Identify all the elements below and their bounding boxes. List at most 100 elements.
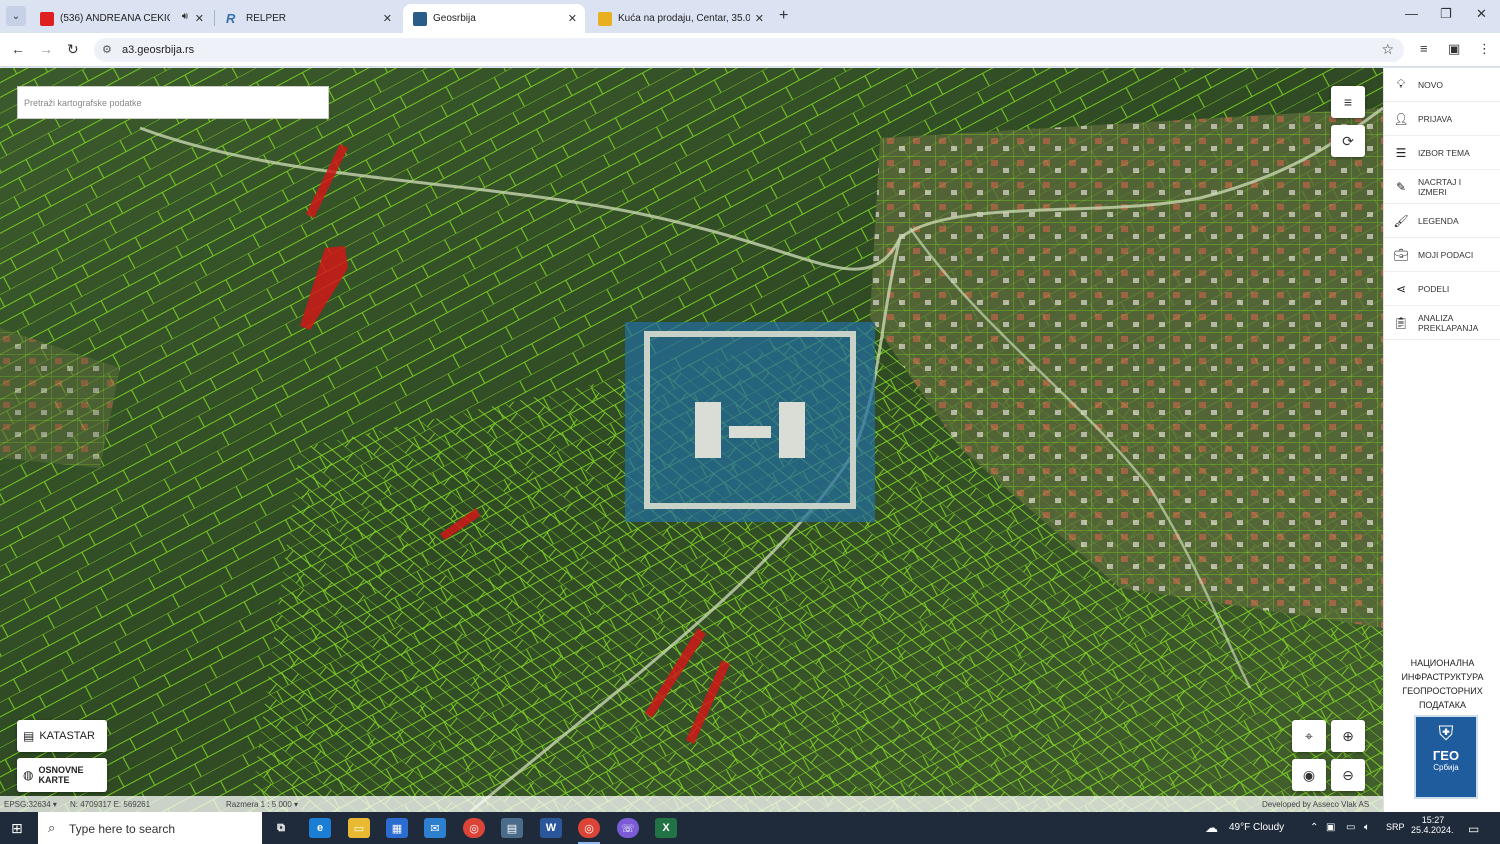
menu-item-podeli[interactable]: ⋖ PODELI	[1384, 272, 1500, 306]
language-indicator[interactable]: SRP	[1386, 822, 1405, 832]
scale-selector[interactable]: Razmera 1 : 5 000 ▾	[226, 800, 298, 809]
close-tab-icon[interactable]: ✕	[195, 12, 204, 25]
minus-circle-icon: ⊖	[1342, 766, 1354, 783]
menu-item-label: NOVO	[1418, 79, 1444, 90]
menu-toggle-button[interactable]: ≡	[1331, 86, 1365, 118]
volume-icon[interactable]: 🔈︎	[1364, 822, 1370, 833]
store-icon[interactable]: ▦	[386, 818, 408, 838]
browser-tab-geosrbija[interactable]: Geosrbija ✕	[403, 4, 585, 33]
katastar-button[interactable]: ▤ KATASTAR	[17, 720, 107, 752]
clock-date: 25.4.2024.	[1411, 825, 1454, 835]
minimize-icon[interactable]: —	[1405, 6, 1418, 21]
menu-item-label: MOJI PODACI	[1418, 249, 1474, 260]
browser-tab-kuca[interactable]: Kuća na prodaju, Centar, 35.00 ✕	[588, 4, 772, 33]
menu-item-moji-podaci[interactable]: 💼︎ MOJI PODACI	[1384, 238, 1500, 272]
taskbar-search[interactable]: ⌕ Type here to search	[38, 812, 262, 844]
map-search-input[interactable]: Pretraži kartografske podatke	[17, 86, 329, 119]
browser-menu-icon[interactable]: ⋮	[1478, 41, 1491, 57]
osnovne-label: OSNOVNE KARTE	[38, 765, 84, 785]
maximize-icon[interactable]: ❐	[1440, 6, 1452, 22]
url-field[interactable]: ⚙ a3.geosrbija.rs ☆	[94, 38, 1404, 62]
mail-icon[interactable]: ✉	[424, 818, 446, 838]
menu-item-label: ANALIZA PREKLAPANJA	[1418, 312, 1479, 333]
menu-item-prijava[interactable]: 👤︎ PRIJAVA	[1384, 102, 1500, 136]
search-icon: ⌕	[48, 820, 56, 835]
tab-title: Kuća na prodaju, Centar, 35.00	[618, 13, 750, 24]
weather-text[interactable]: 49°F Cloudy	[1229, 822, 1284, 833]
serbia-emblem-icon: ⛨	[1438, 723, 1454, 745]
site-info-icon[interactable]: ⚙	[102, 43, 112, 56]
osnovne-karte-button[interactable]: ◍ OSNOVNE KARTE	[17, 758, 107, 792]
youtube-icon	[40, 11, 54, 26]
browser-tab-youtube[interactable]: (536) ANDREANA CEKIC - 🔊︎ ✕	[30, 4, 212, 33]
notifications-icon[interactable]: ▭	[1468, 822, 1479, 836]
menu-item-izbor-tema[interactable]: ☰ IZBOR TEMA	[1384, 136, 1500, 170]
refresh-map-button[interactable]: ⟳	[1331, 125, 1365, 157]
coordinates-readout: N: 4709317 E: 569261	[70, 800, 151, 809]
windows-start-icon[interactable]: ⊞	[11, 820, 23, 837]
loading-overlay	[625, 322, 875, 522]
katastar-label: KATASTAR	[39, 730, 95, 742]
browser-tab-relper[interactable]: R RELPER ✕	[216, 4, 400, 33]
epsg-selector[interactable]: EPSG:32634 ▾	[4, 800, 57, 809]
speaker-icon[interactable]: 🔊︎	[182, 11, 188, 22]
forward-icon[interactable]: →	[39, 41, 53, 57]
close-tab-icon[interactable]: ✕	[568, 12, 577, 25]
clock[interactable]: 15:27 25.4.2024.	[1411, 815, 1454, 835]
tab-title: (536) ANDREANA CEKIC -	[60, 13, 170, 24]
brush-icon: 🖌︎	[1393, 213, 1409, 228]
hamburger-icon: ≡	[1343, 94, 1353, 110]
word-icon[interactable]: W	[540, 818, 562, 838]
task-view-icon[interactable]: ⧉	[270, 818, 292, 838]
extension-icon[interactable]: ≡	[1420, 41, 1428, 56]
new-tab-button[interactable]: +	[779, 7, 788, 25]
back-icon[interactable]: ←	[11, 41, 25, 57]
viber-icon[interactable]: ☏	[617, 818, 639, 838]
zoom-out-button[interactable]: ⊖	[1331, 759, 1365, 791]
map-status-line: EPSG:32634 ▾ N: 4709317 E: 569261 Razmer…	[0, 796, 1383, 812]
nigp-line: ГЕОПРОСТОРНИХ	[1402, 686, 1483, 696]
map-icon: ▤	[23, 729, 35, 743]
logo-title: ГЕО	[1432, 748, 1460, 763]
menu-item-nacrtaj[interactable]: ✎ NACRTAJ I IZMERI	[1384, 170, 1500, 204]
geo-srbija-logo[interactable]: ⛨ ГЕО Србија	[1414, 715, 1478, 799]
clipboard-icon: 📋︎	[1393, 315, 1409, 330]
chrome-icon[interactable]: ◎	[463, 818, 485, 838]
calculator-icon[interactable]: ▤	[501, 818, 523, 838]
locate-button[interactable]: ⌖	[1292, 720, 1326, 752]
edge-icon[interactable]: e	[309, 818, 331, 838]
developer-credit[interactable]: Developed by Asseco Vlak AS	[1262, 800, 1369, 809]
refresh-icon: ⟳	[1342, 132, 1354, 149]
zoom-in-button[interactable]: ⊕	[1331, 720, 1365, 752]
globe-icon: ◍	[23, 768, 34, 782]
map-canvas[interactable]: Pretraži kartografske podatke ≡ ⟳ ⌖ ⊕ ◉ …	[0, 68, 1383, 812]
tray-app-icon[interactable]: ▣	[1326, 822, 1335, 833]
tab-title: RELPER	[246, 13, 287, 24]
bookmark-star-icon[interactable]: ☆	[1381, 41, 1394, 58]
browser-tab-bar: ⌄ (536) ANDREANA CEKIC - 🔊︎ ✕ R RELPER ✕…	[0, 0, 1500, 33]
close-tab-icon[interactable]: ✕	[383, 12, 392, 25]
reload-icon[interactable]: ↻	[67, 41, 79, 58]
close-window-icon[interactable]: ✕	[1476, 6, 1487, 22]
pencil-icon: ✎	[1395, 179, 1407, 194]
menu-item-novo[interactable]: 💡︎ NOVO	[1384, 68, 1500, 102]
layers-icon: ☰	[1395, 145, 1407, 160]
tray-chevron-icon[interactable]: ⌃	[1310, 822, 1318, 833]
menu-item-label: IZBOR TEMA	[1418, 147, 1470, 158]
menu-item-analiza[interactable]: 📋︎ ANALIZA PREKLAPANJA	[1384, 306, 1500, 340]
excel-icon[interactable]: X	[655, 818, 677, 838]
network-icon[interactable]: ▭	[1346, 822, 1355, 833]
menu-item-label: LEGENDA	[1418, 215, 1459, 226]
close-tab-icon[interactable]: ✕	[755, 12, 764, 25]
cloud-icon: ☁	[1205, 820, 1218, 835]
menu-item-label: PODELI	[1418, 283, 1450, 294]
chrome-active-icon[interactable]: ◎	[578, 818, 600, 838]
menu-item-legenda[interactable]: 🖌︎ LEGENDA	[1384, 204, 1500, 238]
nigp-line: НАЦИОНАЛНА	[1410, 658, 1475, 668]
profile-icon[interactable]: ▣	[1448, 41, 1460, 57]
file-explorer-icon[interactable]: ▭	[348, 818, 370, 838]
globe-button[interactable]: ◉	[1292, 759, 1326, 791]
plus-circle-icon: ⊕	[1342, 727, 1354, 744]
tab-list-button[interactable]: ⌄	[6, 6, 26, 26]
relper-icon: R	[226, 10, 236, 26]
